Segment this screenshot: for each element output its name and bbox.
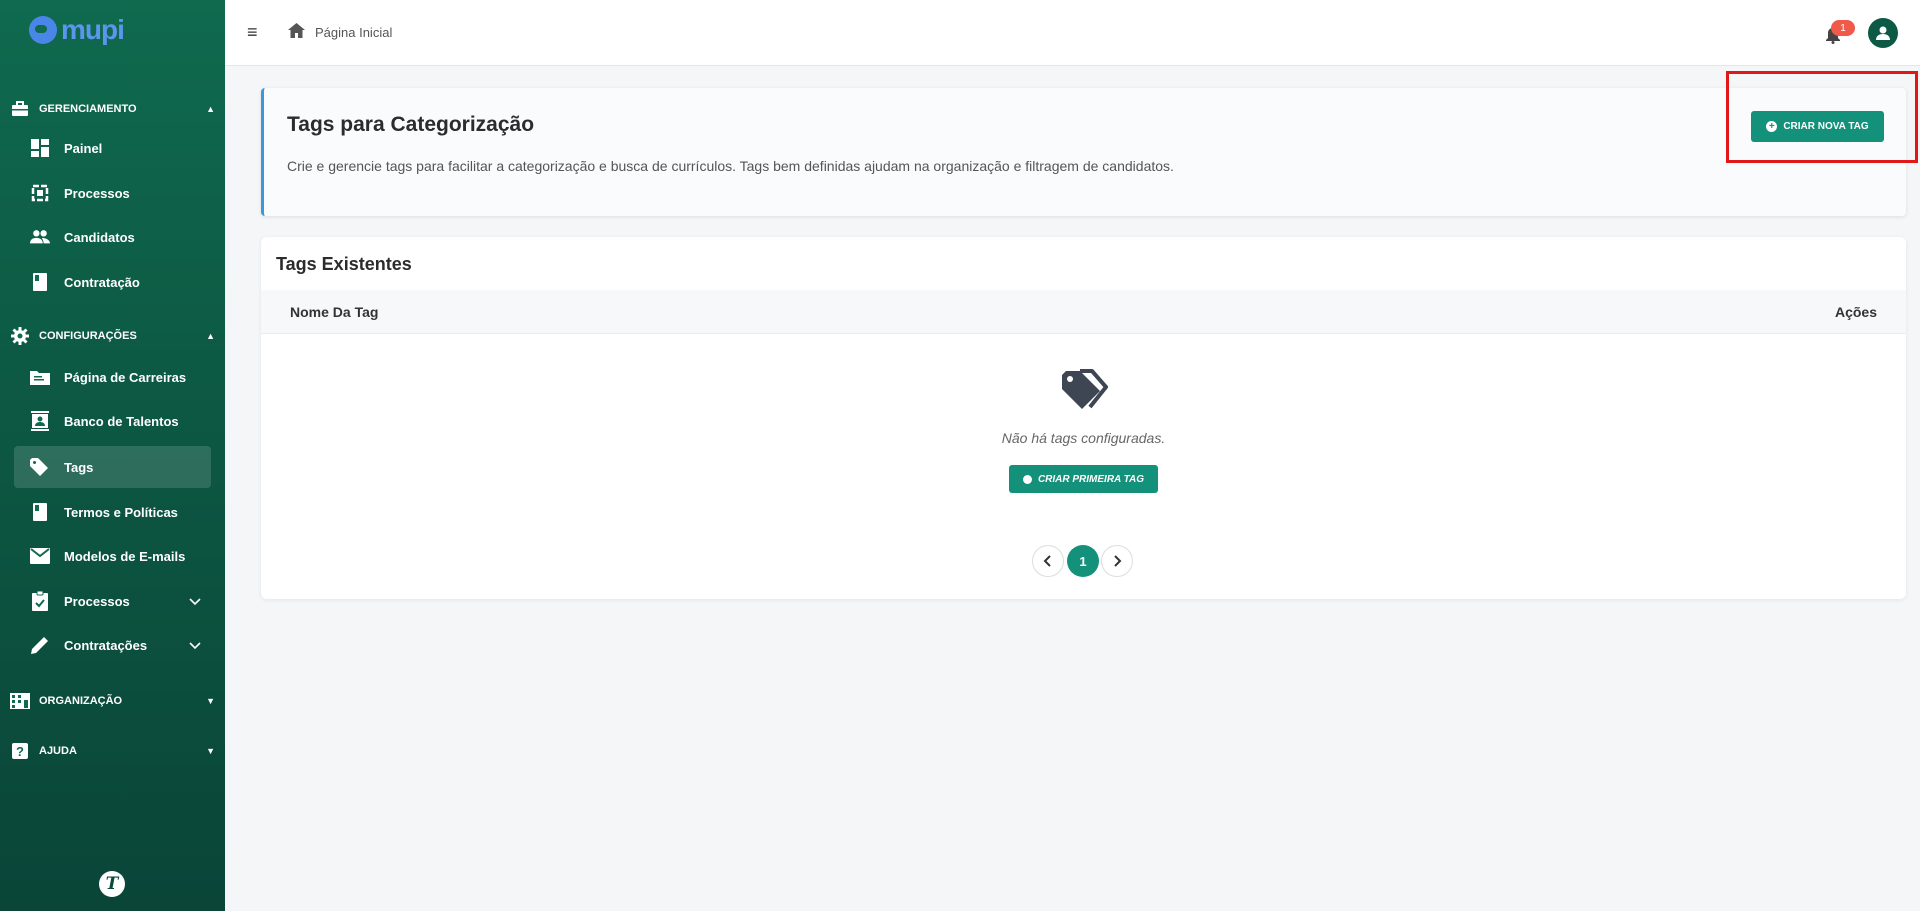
caret-up-icon: ▲ xyxy=(206,104,215,114)
column-header-name: Nome Da Tag xyxy=(290,304,379,320)
section-organizacao-label: ORGANIZAÇÃO xyxy=(39,695,123,707)
notification-badge[interactable]: 1 xyxy=(1831,20,1855,36)
briefcase-icon xyxy=(10,100,30,118)
section-configuracoes-label: CONFIGURAÇÕES xyxy=(39,330,137,342)
sidebar-item-label: Modelos de E-mails xyxy=(64,548,186,564)
building-icon xyxy=(10,692,30,710)
tags-card: Tags Existentes Nome Da Tag Ações Não há… xyxy=(261,237,1906,599)
sidebar-item-label: Banco de Talentos xyxy=(64,413,179,429)
create-first-tag-button[interactable]: CRIAR PRIMEIRA TAG xyxy=(1009,465,1158,493)
section-title: Tags Existentes xyxy=(276,254,412,274)
avatar[interactable] xyxy=(1868,18,1898,48)
footer-logo-icon[interactable]: T xyxy=(99,871,125,897)
home-icon[interactable] xyxy=(288,23,305,43)
help-icon: ? xyxy=(10,742,30,760)
page-title: Tags para Categorização xyxy=(287,113,535,136)
plus-circle-icon xyxy=(1022,474,1032,484)
mail-icon xyxy=(30,546,50,566)
empty-state-text: Não há tags configuradas. xyxy=(1001,430,1166,446)
gear-icon xyxy=(10,327,30,345)
sidebar-item-painel[interactable]: Painel xyxy=(14,127,211,169)
sidebar-item-processos[interactable]: Processos xyxy=(14,172,211,214)
caret-down-icon: ▼ xyxy=(206,746,215,756)
sidebar-item-label: Painel xyxy=(64,140,103,156)
pencil-icon xyxy=(30,635,50,655)
sidebar-item-contratacoes[interactable]: Contratações xyxy=(14,624,211,666)
folder-icon xyxy=(30,367,50,387)
sidebar-item-pagina-carreiras[interactable]: Página de Carreiras xyxy=(14,356,211,398)
table-header: Nome Da Tag Ações xyxy=(261,290,1906,334)
sidebar-item-label: Contratação xyxy=(64,274,140,290)
create-first-tag-button-label: CRIAR PRIMEIRA TAG xyxy=(1037,473,1145,485)
logo-text: mupi xyxy=(61,14,125,45)
column-header-actions: Ações xyxy=(1834,304,1877,320)
caret-down-icon: ▼ xyxy=(206,696,215,706)
sidebar-item-termos[interactable]: Termos e Políticas xyxy=(14,491,211,533)
section-organizacao[interactable]: ORGANIZAÇÃO ▼ xyxy=(10,690,215,712)
sidebar-item-label: Candidatos xyxy=(64,229,135,245)
topbar: ≡ Página Inicial 1 xyxy=(225,0,1920,66)
caret-up-icon: ▲ xyxy=(206,331,215,341)
contact-book-icon xyxy=(30,411,50,431)
svg-text:?: ? xyxy=(16,744,24,759)
sidebar-item-contratacao[interactable]: Contratação xyxy=(14,261,211,303)
sidebar-item-label: Processos xyxy=(64,185,130,201)
pagination-next-button[interactable] xyxy=(1101,545,1133,577)
sidebar-item-label: Processos xyxy=(64,593,130,609)
clipboard-icon xyxy=(30,591,50,611)
sidebar: mupi GERENCIAMENTO ▲ Painel Processos Ca… xyxy=(0,0,225,911)
section-gerenciamento-label: GERENCIAMENTO xyxy=(39,103,137,115)
section-configuracoes[interactable]: CONFIGURAÇÕES ▲ xyxy=(10,325,215,347)
logo-icon xyxy=(29,16,57,44)
sidebar-item-candidatos[interactable]: Candidatos xyxy=(14,216,211,258)
chevron-down-icon xyxy=(189,593,201,609)
book-icon xyxy=(30,502,50,522)
dashboard-icon xyxy=(30,138,50,158)
tags-icon xyxy=(1060,369,1108,416)
sidebar-item-tags[interactable]: Tags xyxy=(14,446,211,488)
highlight-box xyxy=(1726,71,1918,163)
chevron-down-icon xyxy=(189,637,201,653)
page-description: Crie e gerencie tags para facilitar a ca… xyxy=(287,158,1174,174)
intro-card: Tags para Categorização Crie e gerencie … xyxy=(261,88,1906,216)
book-icon xyxy=(30,272,50,292)
process-icon xyxy=(30,183,50,203)
sidebar-item-banco-talentos[interactable]: Banco de Talentos xyxy=(14,400,211,442)
logo[interactable]: mupi xyxy=(29,14,125,46)
pagination-page[interactable]: 1 xyxy=(1067,545,1099,577)
sidebar-item-label: Página de Carreiras xyxy=(64,369,187,385)
section-ajuda-label: AJUDA xyxy=(39,745,77,757)
people-icon xyxy=(30,227,50,247)
sidebar-item-label: Termos e Políticas xyxy=(64,504,178,520)
breadcrumb[interactable]: Página Inicial xyxy=(315,25,392,40)
menu-icon[interactable]: ≡ xyxy=(247,22,258,43)
section-gerenciamento[interactable]: GERENCIAMENTO ▲ xyxy=(10,98,215,120)
tag-icon xyxy=(30,457,50,477)
sidebar-item-label: Tags xyxy=(64,459,94,475)
sidebar-item-processos-config[interactable]: Processos xyxy=(14,580,211,622)
pagination-prev-button[interactable] xyxy=(1032,545,1064,577)
sidebar-item-label: Contratações xyxy=(64,637,148,653)
sidebar-item-modelos-emails[interactable]: Modelos de E-mails xyxy=(14,535,211,577)
section-ajuda[interactable]: ? AJUDA ▼ xyxy=(10,740,215,762)
